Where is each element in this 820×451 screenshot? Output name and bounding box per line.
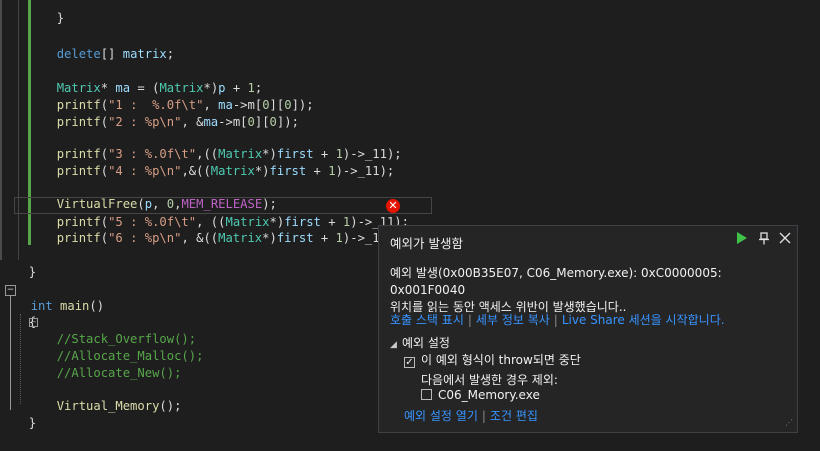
- code-line-printf-6[interactable]: printf("6 : %p\n", &((Matrix*)first + 1)…: [42, 213, 402, 245]
- popup-title: 예외가 발생함: [390, 236, 463, 251]
- code-line-printf-5[interactable]: printf("5 : %.0f\t", ((Matrix*)first + 1…: [42, 197, 409, 229]
- code-line-comment-1[interactable]: //Stack_Overflow();: [42, 314, 196, 346]
- module-exclusion-option[interactable]: C06_Memory.exe: [421, 388, 540, 402]
- edit-conditions-link[interactable]: 조건 편집: [490, 409, 538, 423]
- link-separator: |: [481, 409, 486, 423]
- expand-triangle-icon: ◢: [390, 340, 397, 350]
- editor-margin: [0, 0, 2, 260]
- module-checkbox[interactable]: [421, 389, 432, 400]
- link-separator: |: [467, 313, 472, 327]
- code-line-int-main[interactable]: int main(): [16, 281, 104, 313]
- resize-grip-icon[interactable]: ⋰: [785, 419, 795, 430]
- except-when-from-label: 다음에서 발생한 경우 제외:: [421, 373, 558, 387]
- pin-icon[interactable]: [757, 232, 771, 248]
- show-call-stack-link[interactable]: 호출 스택 표시: [390, 313, 464, 327]
- settings-links: 예외 설정 열기 | 조건 편집: [404, 407, 538, 424]
- exception-helper-popup: 예외가 발생함 예외 발생(0x00B35E07, C06_Memory.exe…: [378, 225, 798, 433]
- code-line-comment-2[interactable]: //Allocate_Malloc();: [42, 331, 204, 363]
- close-icon[interactable]: [778, 232, 792, 248]
- exception-actions: 호출 스택 표시 | 세부 정보 복사 | Live Share 세션을 시작합니다.: [390, 311, 725, 328]
- exception-error-icon[interactable]: ✕: [386, 199, 400, 213]
- code-line-close-brace-3[interactable]: }: [14, 398, 36, 430]
- code-line-printf-2[interactable]: printf("2 : %p\n", &ma->m[0][0]);: [42, 97, 299, 129]
- code-line-virtualfree[interactable]: VirtualFree(p, 0,MEM_RELEASE);: [42, 179, 277, 211]
- code-line-close-brace[interactable]: }: [42, 0, 64, 25]
- break-when-thrown-checkbox[interactable]: ✓: [404, 357, 415, 368]
- code-line-printf-3[interactable]: printf("3 : %.0f\t",((Matrix*)first + 1)…: [42, 129, 402, 161]
- copy-details-link[interactable]: 세부 정보 복사: [476, 313, 550, 327]
- code-line-matrix-decl[interactable]: Matrix* ma = (Matrix*)p + 1;: [42, 63, 263, 95]
- exception-message-line-1: 예외 발생(0x00B35E07, C06_Memory.exe): 0xC00…: [390, 266, 722, 297]
- fold-guide: [10, 296, 11, 410]
- play-icon[interactable]: [735, 232, 749, 248]
- collapse-main-toggle[interactable]: −: [5, 285, 16, 296]
- break-when-thrown-option[interactable]: ✓ 이 예외 형식이 throw되면 중단: [404, 351, 581, 368]
- code-line-close-brace-2[interactable]: }: [14, 247, 36, 279]
- collapse-comments-toggle[interactable]: −: [29, 318, 38, 327]
- open-exception-settings-link[interactable]: 예외 설정 열기: [404, 409, 478, 423]
- code-line-open-brace[interactable]: {: [14, 297, 36, 329]
- code-line-delete[interactable]: delete[] matrix;: [42, 29, 174, 61]
- indent-guide: [20, 314, 21, 404]
- code-line-printf-1[interactable]: printf("1 : %.0f\t", ma->m[0][0]);: [42, 80, 314, 112]
- code-line-comment-3[interactable]: //Allocate_New();: [42, 348, 182, 380]
- start-live-share-link[interactable]: Live Share 세션을 시작합니다.: [562, 313, 725, 327]
- code-line-printf-4[interactable]: printf("4 : %p\n",&((Matrix*)first + 1)-…: [42, 146, 395, 178]
- exception-message: 예외 발생(0x00B35E07, C06_Memory.exe): 0xC00…: [390, 265, 790, 316]
- link-separator: |: [553, 313, 558, 327]
- exception-settings-header[interactable]: ◢ 예외 설정: [390, 334, 450, 351]
- indent-guide: [18, 0, 19, 260]
- code-line-virtual-memory[interactable]: Virtual_Memory();: [42, 381, 182, 413]
